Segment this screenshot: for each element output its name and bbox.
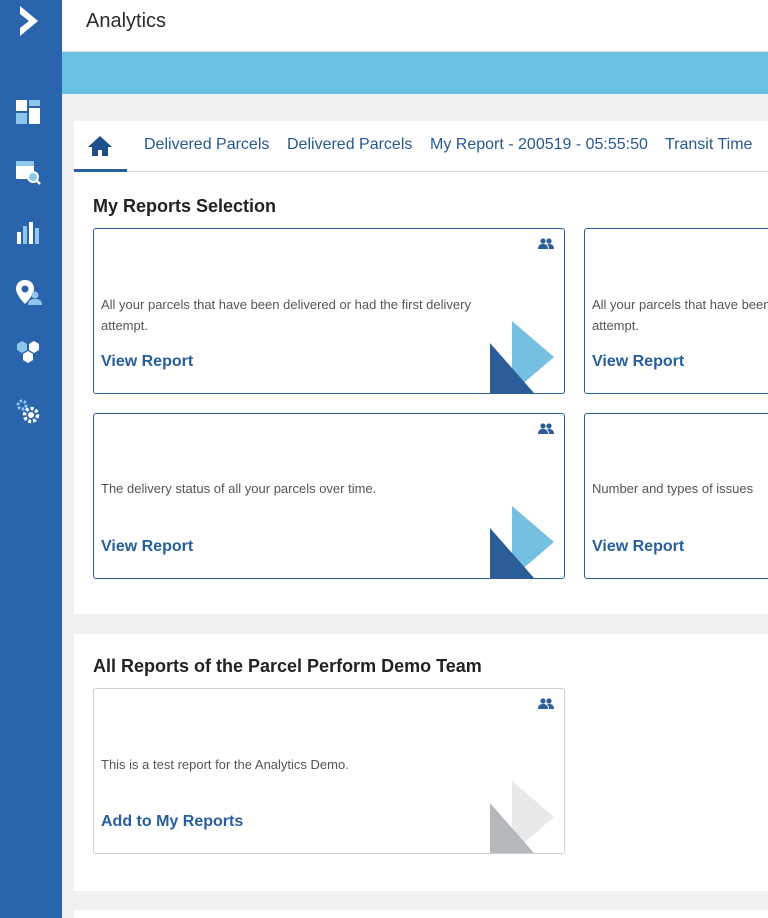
section-title: My Reports Selection bbox=[93, 196, 277, 216]
view-report-link[interactable]: View Report bbox=[592, 538, 684, 556]
report-card[interactable]: All your parcels that have been delivere… bbox=[584, 228, 768, 394]
settings-gears-icon[interactable] bbox=[14, 398, 42, 426]
card-description: All your parcels that have been delivere… bbox=[592, 297, 768, 333]
page-title: Analytics bbox=[86, 10, 167, 32]
report-search-icon[interactable] bbox=[14, 158, 42, 186]
tab-transit-time[interactable]: Transit Time bbox=[665, 136, 752, 154]
report-card[interactable]: The delivery status of all your parcels … bbox=[93, 413, 565, 579]
tab-delivered-parcels-2[interactable]: Delivered Parcels bbox=[287, 136, 412, 154]
home-icon bbox=[88, 136, 112, 156]
users-icon bbox=[538, 423, 554, 434]
view-report-link[interactable]: View Report bbox=[592, 353, 684, 371]
banner bbox=[62, 52, 768, 94]
card-description: This is a test report for the Analytics … bbox=[101, 757, 349, 772]
card-description: All your parcels that have been delivere… bbox=[101, 297, 471, 333]
card-description: Number and types of issues bbox=[592, 481, 754, 496]
top-bar: Analytics bbox=[62, 0, 768, 52]
tab-my-report[interactable]: My Report - 200519 - 05:55:50 bbox=[430, 136, 648, 154]
next-panel bbox=[74, 910, 768, 918]
section-title: All Reports of the Parcel Perform Demo T… bbox=[93, 656, 482, 676]
my-reports-panel: Delivered Parcels Delivered Parcels My R… bbox=[74, 121, 768, 614]
location-user-icon[interactable] bbox=[14, 278, 42, 306]
add-to-my-reports-link[interactable]: Add to My Reports bbox=[101, 813, 243, 831]
sidebar bbox=[0, 0, 62, 918]
logo-icon[interactable] bbox=[18, 4, 40, 38]
card-description: The delivery status of all your parcels … bbox=[101, 481, 377, 496]
hexagons-icon[interactable] bbox=[14, 338, 42, 366]
tab-home[interactable] bbox=[74, 121, 127, 172]
report-tabs: Delivered Parcels Delivered Parcels My R… bbox=[74, 121, 768, 172]
brand-mark-icon bbox=[490, 781, 554, 853]
bar-chart-icon[interactable] bbox=[14, 218, 42, 246]
team-reports-panel: All Reports of the Parcel Perform Demo T… bbox=[74, 634, 768, 891]
brand-mark-icon bbox=[490, 321, 554, 393]
users-icon bbox=[538, 238, 554, 249]
tab-delivered-parcels[interactable]: Delivered Parcels bbox=[144, 136, 269, 154]
view-report-link[interactable]: View Report bbox=[101, 538, 193, 556]
users-icon bbox=[538, 698, 554, 709]
dashboard-icon[interactable] bbox=[14, 98, 42, 126]
report-card[interactable]: Number and types of issues View Report bbox=[584, 413, 768, 579]
report-card[interactable]: This is a test report for the Analytics … bbox=[93, 688, 565, 854]
view-report-link[interactable]: View Report bbox=[101, 353, 193, 371]
brand-mark-icon bbox=[490, 506, 554, 578]
report-card[interactable]: All your parcels that have been delivere… bbox=[93, 228, 565, 394]
